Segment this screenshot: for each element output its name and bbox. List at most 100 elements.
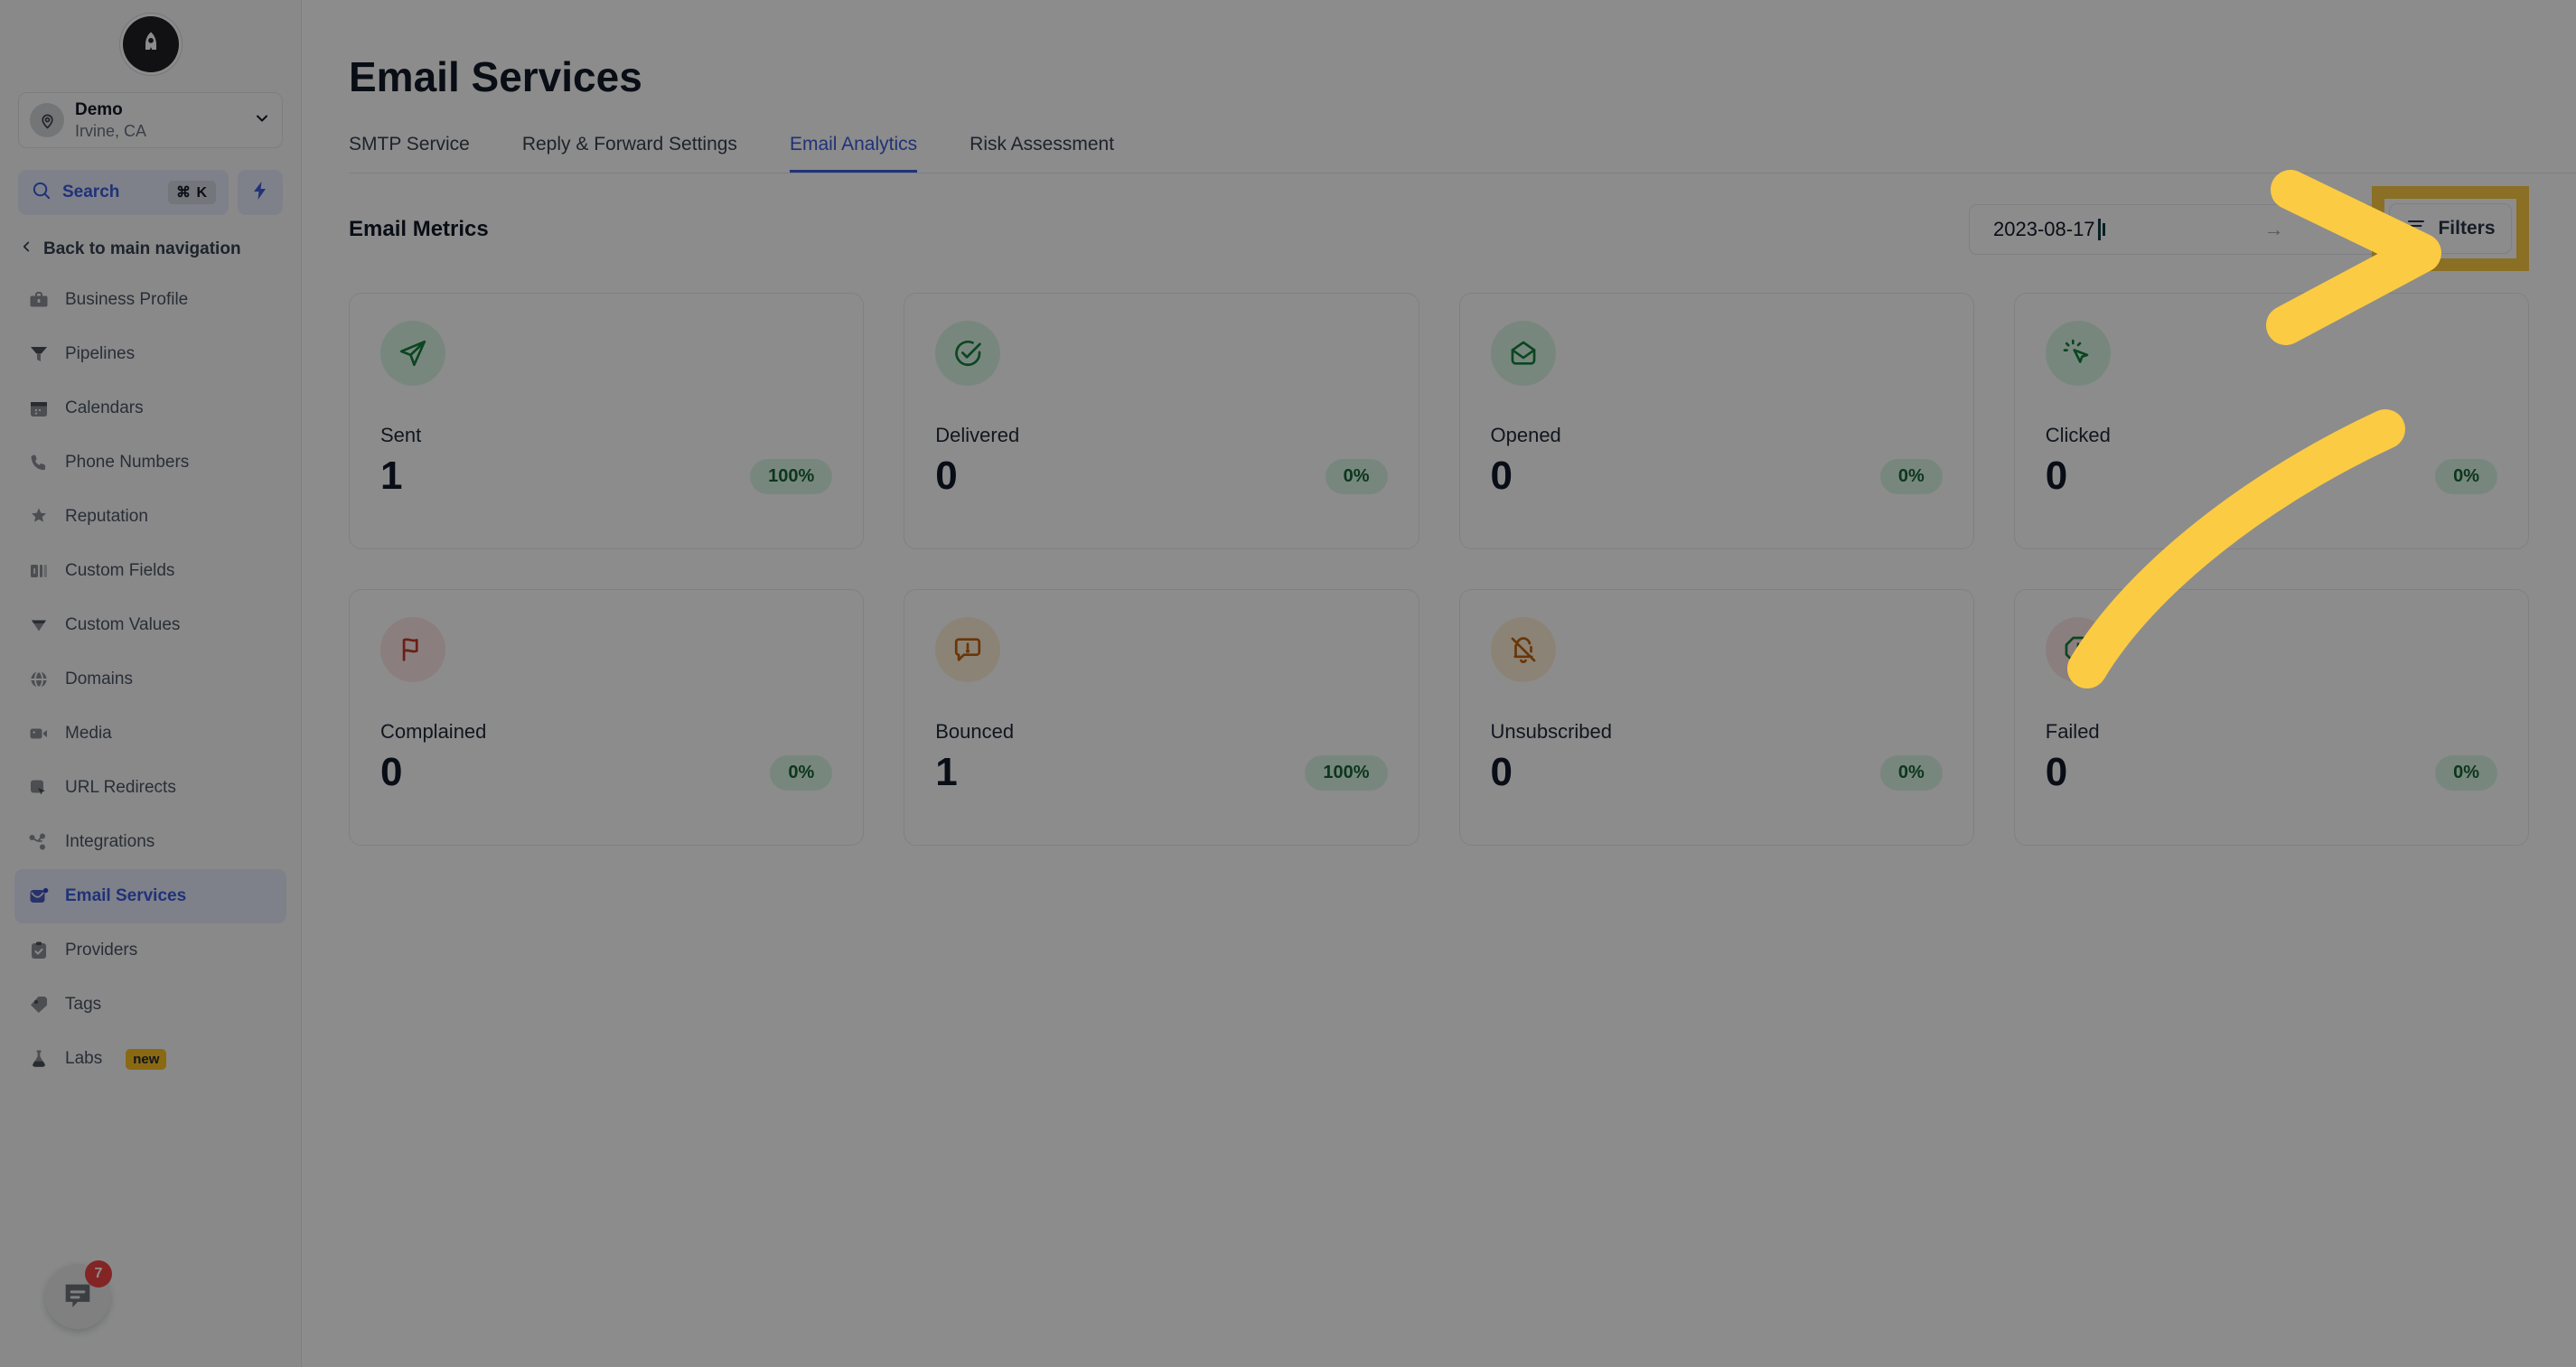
email-metrics-title: Email Metrics <box>349 217 489 241</box>
back-nav-label: Back to main navigation <box>43 239 241 258</box>
sidebar: Demo Irvine, CA Search ⌘ K Back to main … <box>0 0 302 1367</box>
metrics-header: Email Metrics 2023-08-17 → 2023-0 Filter… <box>349 186 2529 271</box>
sidebar-item-label: Tags <box>65 995 102 1014</box>
metric-value: 0 <box>1490 750 1513 794</box>
sidebar-item-custom-values[interactable]: Custom Values <box>14 598 286 652</box>
sidebar-item-label: Pipelines <box>65 344 136 363</box>
sidebar-item-label: Domains <box>65 669 133 688</box>
cursor-click-icon <box>2045 321 2111 386</box>
metric-percent-badge: 0% <box>770 754 833 791</box>
sidebar-item-label: Phone Numbers <box>65 453 190 472</box>
sidebar-item-custom-fields[interactable]: Custom Fields <box>14 544 286 598</box>
metric-card-clicked: Clicked 0 0% <box>2013 293 2529 549</box>
tab-bar: SMTP Service Reply & Forward Settings Em… <box>349 134 2576 173</box>
sidebar-item-integrations[interactable]: Integrations <box>14 815 286 869</box>
metric-value: 0 <box>2045 750 2068 794</box>
filters-button-label: Filters <box>2438 218 2496 239</box>
calendar-icon <box>27 397 51 420</box>
phone-icon <box>27 451 51 474</box>
search-label: Search <box>62 183 120 201</box>
metrics-controls: 2023-08-17 → 2023-0 Filters <box>1969 186 2529 271</box>
search-row: Search ⌘ K <box>18 170 283 215</box>
flask-icon <box>27 1047 51 1071</box>
search-shortcut-badge: ⌘ K <box>168 181 216 204</box>
metric-bottom: 0 0% <box>380 753 833 792</box>
bell-off-icon <box>1490 617 1556 682</box>
metric-label: Opened <box>1490 424 1561 446</box>
cursor-square-icon <box>27 776 51 800</box>
sidebar-item-reputation[interactable]: Reputation <box>14 490 286 544</box>
sidebar-item-label: Email Services <box>65 886 187 905</box>
search-input[interactable]: Search ⌘ K <box>18 170 229 215</box>
columns-icon <box>27 559 51 583</box>
globe-icon <box>27 668 51 691</box>
tab-reply-forward-settings[interactable]: Reply & Forward Settings <box>522 134 737 173</box>
back-to-main-navigation[interactable]: Back to main navigation <box>18 239 283 260</box>
tab-risk-assessment[interactable]: Risk Assessment <box>970 134 1114 173</box>
app-logo[interactable] <box>122 16 179 72</box>
filters-highlight-box: Filters <box>2372 186 2529 271</box>
metric-bottom: 0 0% <box>1491 456 1943 496</box>
sidebar-item-label: Calendars <box>65 398 144 417</box>
map-pin-icon <box>30 103 64 137</box>
sidebar-item-providers[interactable]: Providers <box>14 923 286 978</box>
metric-value: 0 <box>935 454 958 498</box>
sidebar-nav-list: Business Profile Pipelines Calendars Pho… <box>0 273 301 1086</box>
clipboard-check-icon <box>27 939 51 962</box>
tag-icon <box>27 993 51 1016</box>
metric-label: Clicked <box>2045 424 2111 446</box>
sidebar-item-label: Media <box>65 724 112 743</box>
octagon-alert-icon <box>2045 617 2111 682</box>
sidebar-item-label: Providers <box>65 941 138 960</box>
location-text: Demo Irvine, CA <box>75 100 242 141</box>
sidebar-item-business-profile[interactable]: Business Profile <box>14 273 286 327</box>
text-cursor <box>2097 219 2101 240</box>
metric-percent-badge: 0% <box>2435 754 2497 791</box>
location-switcher[interactable]: Demo Irvine, CA <box>18 92 283 148</box>
metric-label: Failed <box>2045 720 2100 743</box>
sidebar-item-pipelines[interactable]: Pipelines <box>14 327 286 381</box>
filters-inner-border: Filters <box>2384 199 2516 258</box>
filters-button[interactable]: Filters <box>2389 203 2512 254</box>
rocket-logo-icon <box>145 32 156 50</box>
labs-new-badge: new <box>126 1048 167 1070</box>
metric-card-unsubscribed: Unsubscribed 0 0% <box>1458 589 1974 846</box>
quick-action-button[interactable] <box>238 170 283 215</box>
chat-widget[interactable]: 7 <box>45 1260 112 1329</box>
sidebar-item-labs[interactable]: Labs new <box>14 1032 286 1086</box>
date-range-start[interactable]: 2023-08-17 <box>1993 218 2095 241</box>
metric-percent-badge: 0% <box>1879 754 1943 791</box>
sidebar-item-domains[interactable]: Domains <box>14 652 286 707</box>
flag-icon <box>380 617 445 682</box>
sidebar-item-label: URL Redirects <box>65 778 176 797</box>
sidebar-item-label: Reputation <box>65 507 148 526</box>
sidebar-item-calendars[interactable]: Calendars <box>14 381 286 435</box>
envelope-dot-icon <box>27 885 51 908</box>
main-content: Email Services SMTP Service Reply & Forw… <box>302 0 2576 1367</box>
metric-percent-badge: 0% <box>1325 458 1388 494</box>
sidebar-item-email-services[interactable]: Email Services <box>14 869 286 923</box>
metric-bottom: 1 100% <box>380 454 833 498</box>
search-icon <box>31 180 52 205</box>
chevron-left-icon <box>18 239 34 260</box>
sidebar-item-label: Custom Fields <box>65 561 175 580</box>
metric-label: Sent <box>380 424 422 446</box>
message-alert-icon <box>935 617 1001 682</box>
metric-bottom: 0 0% <box>1491 753 1943 792</box>
tab-email-analytics[interactable]: Email Analytics <box>789 134 918 173</box>
sidebar-item-tags[interactable]: Tags <box>14 978 286 1032</box>
location-name: Demo <box>75 99 123 119</box>
sidebar-item-media[interactable]: Media <box>14 707 286 761</box>
sidebar-item-url-redirects[interactable]: URL Redirects <box>14 761 286 815</box>
metrics-grid: Sent 1 100% Delivered 0 0% Opened 0 0% C… <box>349 293 2529 846</box>
paper-plane-icon <box>380 321 445 386</box>
sidebar-item-label: Labs <box>65 1049 103 1068</box>
metric-value: 0 <box>2045 454 2068 498</box>
metric-card-bounced: Bounced 1 100% <box>904 589 1419 846</box>
metric-card-failed: Failed 0 0% <box>2013 589 2529 846</box>
sidebar-item-phone-numbers[interactable]: Phone Numbers <box>14 435 286 490</box>
lightning-bolt-icon <box>249 180 271 206</box>
tab-smtp-service[interactable]: SMTP Service <box>349 134 470 173</box>
sidebar-item-label: Custom Values <box>65 615 181 634</box>
metric-value: 1 <box>380 454 403 498</box>
